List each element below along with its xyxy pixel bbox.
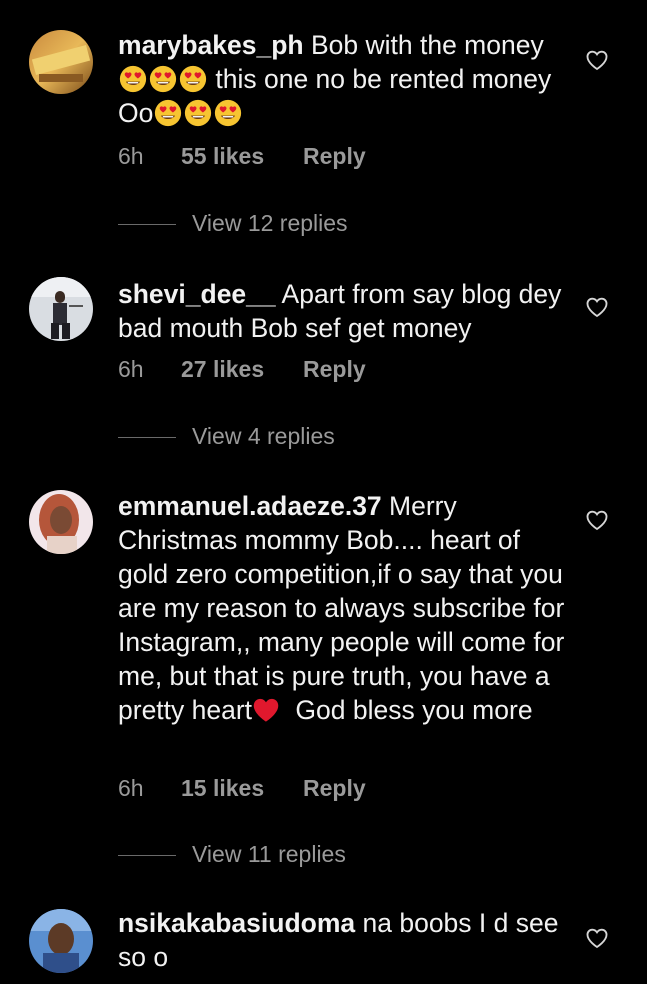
divider [118, 437, 176, 439]
username[interactable]: nsikakabasiudoma [118, 908, 355, 938]
timestamp: 6h [118, 143, 144, 169]
reply-button[interactable]: Reply [303, 139, 366, 173]
avatar[interactable] [29, 277, 93, 341]
comment-meta: 6h 55 likes Reply [118, 139, 366, 173]
comment-text: emmanuel.adaeze.37 Merry Christmas mommy… [118, 491, 565, 725]
red-heart-emoji-icon [252, 697, 280, 723]
username[interactable]: emmanuel.adaeze.37 [118, 491, 382, 521]
view-replies-button[interactable]: View 11 replies [118, 837, 346, 871]
like-heart-icon[interactable] [584, 47, 610, 73]
comment-text: shevi_dee__ Apart from say blog dey bad … [118, 279, 562, 343]
heart-eyes-emoji-icon [179, 65, 207, 93]
like-heart-icon[interactable] [584, 294, 610, 320]
likes-count[interactable]: 15 likes [181, 771, 303, 805]
likes-count[interactable]: 55 likes [181, 139, 303, 173]
comment-meta: 6h 27 likes Reply [118, 352, 366, 386]
comment-meta: 6h 15 likes Reply [118, 771, 366, 805]
avatar[interactable] [29, 909, 93, 973]
divider [118, 855, 176, 857]
like-heart-icon[interactable] [584, 507, 610, 533]
heart-eyes-emoji-icon [154, 99, 182, 127]
avatar[interactable] [29, 30, 93, 94]
comment-text: marybakes_ph Bob with the money this one… [118, 30, 552, 128]
view-replies-button[interactable]: View 12 replies [118, 206, 348, 240]
reply-button[interactable]: Reply [303, 352, 366, 386]
heart-eyes-emoji-icon [214, 99, 242, 127]
view-replies-button[interactable]: View 4 replies [118, 419, 335, 453]
username[interactable]: shevi_dee__ [118, 279, 276, 309]
divider [118, 224, 176, 226]
heart-eyes-emoji-icon [184, 99, 212, 127]
likes-count[interactable]: 27 likes [181, 352, 303, 386]
comment-text: nsikakabasiudoma na boobs I d see so o [118, 908, 559, 972]
reply-button[interactable]: Reply [303, 771, 366, 805]
avatar[interactable] [29, 490, 93, 554]
like-heart-icon[interactable] [584, 925, 610, 951]
timestamp: 6h [118, 356, 144, 382]
timestamp: 6h [118, 775, 144, 801]
heart-eyes-emoji-icon [119, 65, 147, 93]
heart-eyes-emoji-icon [149, 65, 177, 93]
username[interactable]: marybakes_ph [118, 30, 304, 60]
